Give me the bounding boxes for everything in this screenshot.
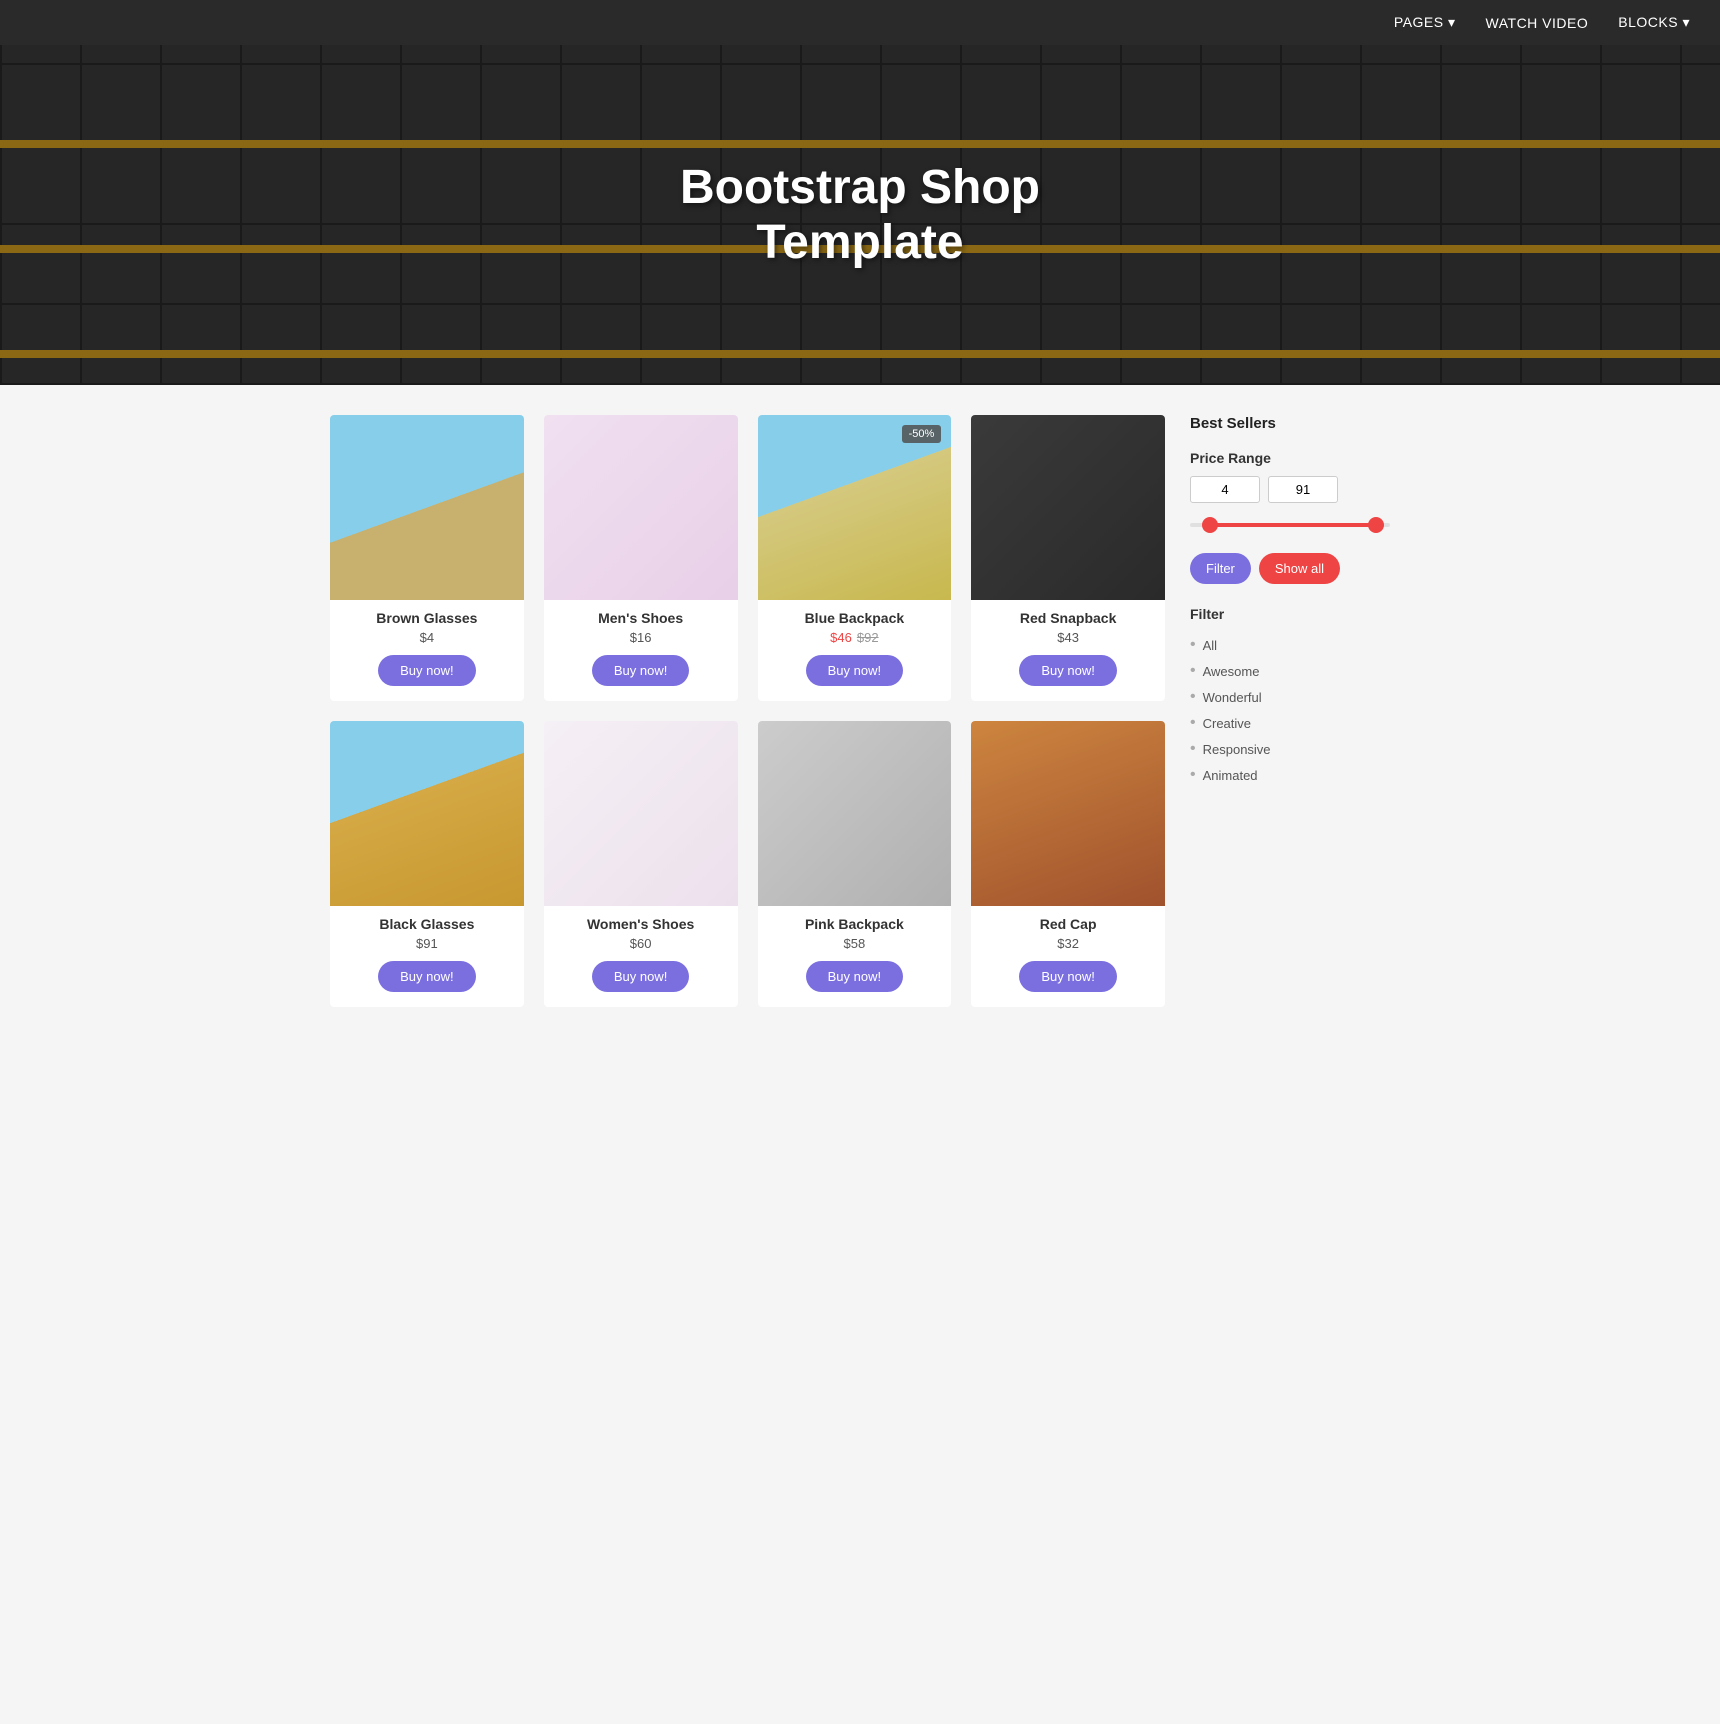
product-name-mens-shoes: Men's Shoes <box>544 610 738 626</box>
product-card-blue-backpack: -50% Blue Backpack $46$92 Buy now! <box>758 415 952 701</box>
product-name-black-glasses: Black Glasses <box>330 916 524 932</box>
hero-section: Bootstrap Shop Template <box>0 45 1720 385</box>
product-price-blue-backpack: $46$92 <box>758 630 952 645</box>
show-all-button[interactable]: Show all <box>1259 553 1340 584</box>
product-price-pink-backpack: $58 <box>758 936 952 951</box>
nav-blocks[interactable]: BLOCKS ▾ <box>1618 14 1690 31</box>
filter-animated[interactable]: Animated <box>1190 762 1390 788</box>
navbar: PAGES ▾ WATCH VIDEO BLOCKS ▾ <box>0 0 1720 45</box>
product-img-black-glasses <box>330 721 524 906</box>
product-name-womens-shoes: Women's Shoes <box>544 916 738 932</box>
price-range-label: Price Range <box>1190 450 1390 466</box>
product-name-brown-glasses: Brown Glasses <box>330 610 524 626</box>
product-name-red-cap: Red Cap <box>971 916 1165 932</box>
product-img-red-cap <box>971 721 1165 906</box>
product-card-black-glasses: Black Glasses $91 Buy now! <box>330 721 524 1007</box>
filter-creative[interactable]: Creative <box>1190 710 1390 736</box>
product-price-womens-shoes: $60 <box>544 936 738 951</box>
product-price-brown-glasses: $4 <box>330 630 524 645</box>
buy-button-black-glasses[interactable]: Buy now! <box>378 961 475 992</box>
price-max-input[interactable] <box>1268 476 1338 503</box>
product-image-womens-shoes <box>544 721 738 906</box>
buy-button-pink-backpack[interactable]: Buy now! <box>806 961 903 992</box>
filter-awesome[interactable]: Awesome <box>1190 658 1390 684</box>
product-img-red-snapback <box>971 415 1165 600</box>
buy-button-red-snapback[interactable]: Buy now! <box>1019 655 1116 686</box>
hero-title: Bootstrap Shop Template <box>680 160 1040 270</box>
product-card-womens-shoes: Women's Shoes $60 Buy now! <box>544 721 738 1007</box>
product-img-mens-shoes <box>544 415 738 600</box>
product-card-mens-shoes: Men's Shoes $16 Buy now! <box>544 415 738 701</box>
buy-button-red-cap[interactable]: Buy now! <box>1019 961 1116 992</box>
product-image-mens-shoes <box>544 415 738 600</box>
product-card-pink-backpack: Pink Backpack $58 Buy now! <box>758 721 952 1007</box>
blocks-arrow: ▾ <box>1678 14 1690 30</box>
filter-list: AllAwesomeWonderfulCreativeResponsiveAni… <box>1190 632 1390 788</box>
product-image-black-glasses <box>330 721 524 906</box>
filter-label: Filter <box>1190 606 1390 622</box>
main-container: Brown Glasses $4 Buy now! Men's Shoes $1… <box>310 385 1410 1037</box>
price-inputs <box>1190 476 1390 503</box>
sidebar-buttons: Filter Show all <box>1190 553 1390 584</box>
range-fill <box>1206 523 1380 527</box>
sidebar: Best Sellers Price Range Filter Show all… <box>1190 415 1390 1007</box>
product-img-pink-backpack <box>758 721 952 906</box>
buy-button-womens-shoes[interactable]: Buy now! <box>592 961 689 992</box>
product-card-red-snapback: Red Snapback $43 Buy now! <box>971 415 1165 701</box>
product-name-pink-backpack: Pink Backpack <box>758 916 952 932</box>
nav-pages[interactable]: PAGES ▾ <box>1394 14 1456 31</box>
product-price-red-snapback: $43 <box>971 630 1165 645</box>
shelf-1 <box>0 140 1720 148</box>
shelf-3 <box>0 350 1720 358</box>
filter-wonderful[interactable]: Wonderful <box>1190 684 1390 710</box>
product-image-blue-backpack: -50% <box>758 415 952 600</box>
badge-sale: -50% <box>902 425 942 443</box>
filter-all[interactable]: All <box>1190 632 1390 658</box>
pages-arrow: ▾ <box>1444 14 1456 30</box>
products-grid: Brown Glasses $4 Buy now! Men's Shoes $1… <box>330 415 1165 1007</box>
price-min-input[interactable] <box>1190 476 1260 503</box>
buy-button-blue-backpack[interactable]: Buy now! <box>806 655 903 686</box>
buy-button-mens-shoes[interactable]: Buy now! <box>592 655 689 686</box>
product-name-red-snapback: Red Snapback <box>971 610 1165 626</box>
product-card-brown-glasses: Brown Glasses $4 Buy now! <box>330 415 524 701</box>
buy-button-brown-glasses[interactable]: Buy now! <box>378 655 475 686</box>
nav-watch-video[interactable]: WATCH VIDEO <box>1486 15 1589 31</box>
product-image-pink-backpack <box>758 721 952 906</box>
product-price-black-glasses: $91 <box>330 936 524 951</box>
product-img-womens-shoes <box>544 721 738 906</box>
range-handle-left[interactable] <box>1202 517 1218 533</box>
range-handle-right[interactable] <box>1368 517 1384 533</box>
range-slider[interactable] <box>1190 515 1390 535</box>
best-sellers-title: Best Sellers <box>1190 415 1390 432</box>
products-section: Brown Glasses $4 Buy now! Men's Shoes $1… <box>330 415 1165 1007</box>
product-img-brown-glasses <box>330 415 524 600</box>
product-image-red-cap <box>971 721 1165 906</box>
product-image-red-snapback <box>971 415 1165 600</box>
product-card-red-cap: Red Cap $32 Buy now! <box>971 721 1165 1007</box>
product-name-blue-backpack: Blue Backpack <box>758 610 952 626</box>
product-price-red-cap: $32 <box>971 936 1165 951</box>
filter-button[interactable]: Filter <box>1190 553 1251 584</box>
filter-responsive[interactable]: Responsive <box>1190 736 1390 762</box>
product-price-mens-shoes: $16 <box>544 630 738 645</box>
product-image-brown-glasses <box>330 415 524 600</box>
